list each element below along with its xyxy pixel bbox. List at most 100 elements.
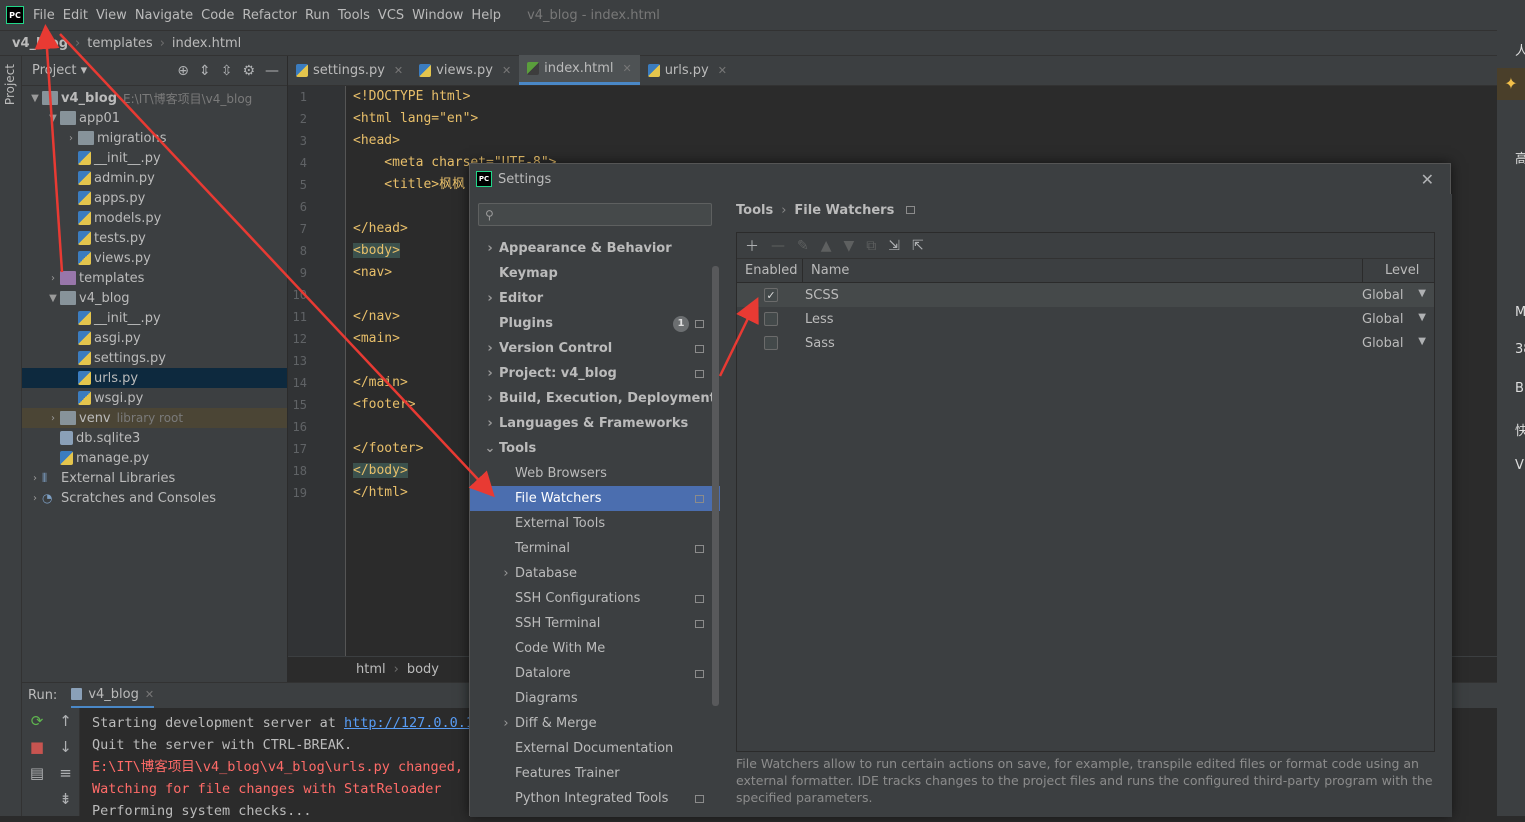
- layout-icon[interactable]: ▤: [22, 760, 52, 786]
- tree-item[interactable]: ▼ app01: [22, 108, 287, 128]
- tree-item[interactable]: ▼ v4_blog E:\IT\博客项目\v4_blog: [22, 88, 287, 108]
- locate-icon[interactable]: ⊕: [177, 63, 189, 79]
- menu-tools[interactable]: Tools: [338, 8, 378, 23]
- menu-refactor[interactable]: Refactor: [242, 8, 305, 23]
- chevron-down-icon[interactable]: ▼: [1418, 288, 1426, 303]
- import-icon[interactable]: ⇲: [888, 238, 900, 254]
- expand-arrow-icon[interactable]: ⌄: [482, 441, 498, 456]
- gear-icon[interactable]: ⚙: [242, 63, 255, 79]
- expand-arrow-icon[interactable]: ›: [482, 416, 498, 431]
- editor-tab[interactable]: index.html ✕: [519, 55, 640, 85]
- expand-arrow-icon[interactable]: ›: [46, 273, 60, 284]
- menu-run[interactable]: Run: [305, 8, 338, 23]
- settings-nav-item[interactable]: External Documentation: [470, 736, 720, 761]
- close-icon[interactable]: ✕: [394, 64, 403, 77]
- tree-item[interactable]: manage.py: [22, 448, 287, 468]
- code-line[interactable]: <head>: [347, 130, 1497, 152]
- enabled-checkbox[interactable]: [764, 312, 778, 326]
- expand-arrow-icon[interactable]: ›: [482, 366, 498, 381]
- settings-nav-item[interactable]: Web Browsers: [470, 461, 720, 486]
- expand-arrow-icon[interactable]: ›: [498, 716, 514, 731]
- menu-help[interactable]: Help: [471, 8, 509, 23]
- tree-item[interactable]: tests.py: [22, 228, 287, 248]
- expand-arrow-icon[interactable]: ›: [482, 341, 498, 356]
- enabled-checkbox[interactable]: [764, 336, 778, 350]
- watcher-level[interactable]: Global ▼: [1362, 288, 1434, 303]
- expand-arrow-icon[interactable]: ▼: [28, 93, 42, 104]
- tree-item[interactable]: models.py: [22, 208, 287, 228]
- tree-item[interactable]: › venv library root: [22, 408, 287, 428]
- crumb-body[interactable]: body: [407, 662, 439, 677]
- settings-nav-item[interactable]: Datalore: [470, 661, 720, 686]
- menu-file[interactable]: File: [33, 8, 63, 23]
- expand-arrow-icon[interactable]: ›: [482, 241, 498, 256]
- scroll-to-end-icon[interactable]: ⇟: [52, 786, 79, 812]
- tree-item[interactable]: settings.py: [22, 348, 287, 368]
- tree-item[interactable]: urls.py: [22, 368, 287, 388]
- menu-vcs[interactable]: VCS: [378, 8, 412, 23]
- settings-nav-item[interactable]: SSH Configurations: [470, 586, 720, 611]
- settings-nav-item[interactable]: Python Integrated Tools: [470, 786, 720, 811]
- tree-item[interactable]: ▼ v4_blog: [22, 288, 287, 308]
- tree-item[interactable]: › migrations: [22, 128, 287, 148]
- tree-item[interactable]: views.py: [22, 248, 287, 268]
- settings-nav-item[interactable]: › Version Control: [470, 336, 720, 361]
- tree-item[interactable]: apps.py: [22, 188, 287, 208]
- expand-arrow-icon[interactable]: ›: [498, 566, 514, 581]
- tree-item[interactable]: asgi.py: [22, 328, 287, 348]
- close-icon[interactable]: ✕: [622, 62, 631, 75]
- code-line[interactable]: <html lang="en">: [347, 108, 1497, 130]
- tree-item[interactable]: › ⫴ External Libraries: [22, 468, 287, 488]
- expand-arrow-icon[interactable]: ›: [482, 291, 498, 306]
- stop-icon[interactable]: ■: [22, 734, 52, 760]
- menu-edit[interactable]: Edit: [63, 8, 96, 23]
- remove-icon[interactable]: —: [771, 238, 785, 254]
- editor-tab[interactable]: settings.py ✕: [288, 55, 411, 85]
- settings-nav-scrollbar[interactable]: [712, 266, 719, 706]
- collapse-all-icon[interactable]: ⇳: [221, 63, 233, 79]
- tree-item[interactable]: wsgi.py: [22, 388, 287, 408]
- expand-all-icon[interactable]: ⇕: [199, 63, 211, 79]
- console-link[interactable]: http://127.0.0.1: [344, 715, 474, 731]
- watcher-level[interactable]: Global ▼: [1362, 336, 1434, 351]
- settings-nav-item[interactable]: ⌄ Tools: [470, 436, 720, 461]
- menu-code[interactable]: Code: [201, 8, 242, 23]
- settings-nav-item[interactable]: Code With Me: [470, 636, 720, 661]
- hide-icon[interactable]: —: [265, 63, 279, 79]
- settings-nav-item[interactable]: External Tools: [470, 511, 720, 536]
- settings-nav-item[interactable]: Keymap: [470, 261, 720, 286]
- crumb-html[interactable]: html: [356, 662, 386, 677]
- breadcrumb-item[interactable]: v4_blog: [12, 36, 68, 51]
- add-icon[interactable]: ＋: [745, 236, 759, 256]
- tree-item[interactable]: › ◔ Scratches and Consoles: [22, 488, 287, 508]
- expand-arrow-icon[interactable]: ›: [64, 133, 78, 144]
- settings-nav-item[interactable]: › Appearance & Behavior: [470, 236, 720, 261]
- menu-view[interactable]: View: [96, 8, 135, 23]
- chevron-down-icon[interactable]: ▼: [1418, 336, 1426, 351]
- chevron-down-icon[interactable]: ▼: [1418, 312, 1426, 327]
- expand-arrow-icon[interactable]: ›: [482, 391, 498, 406]
- project-tool-tab[interactable]: Project: [3, 64, 17, 105]
- menu-navigate[interactable]: Navigate: [135, 8, 201, 23]
- move-down-icon[interactable]: ▼: [844, 238, 855, 254]
- settings-nav-item[interactable]: SSH Terminal: [470, 611, 720, 636]
- tree-item[interactable]: __init__.py: [22, 308, 287, 328]
- editor-tab[interactable]: urls.py ✕: [640, 55, 735, 85]
- expand-arrow-icon[interactable]: ▼: [46, 113, 60, 124]
- rerun-icon[interactable]: ⟳: [22, 708, 52, 734]
- header-name[interactable]: Name: [803, 258, 1363, 283]
- move-up-icon[interactable]: ▲: [821, 238, 832, 254]
- tree-item[interactable]: __init__.py: [22, 148, 287, 168]
- settings-nav-item[interactable]: › Editor: [470, 286, 720, 311]
- file-watcher-row[interactable]: Sass Global ▼: [737, 331, 1434, 355]
- settings-nav-item[interactable]: › Build, Execution, Deployment: [470, 386, 720, 411]
- expand-arrow-icon[interactable]: ▼: [46, 293, 60, 304]
- header-level[interactable]: Level: [1363, 263, 1419, 278]
- editor-tab[interactable]: views.py ✕: [411, 55, 519, 85]
- settings-nav-item[interactable]: › Database: [470, 561, 720, 586]
- close-icon[interactable]: ✕: [502, 64, 511, 77]
- export-icon[interactable]: ⇱: [912, 238, 924, 254]
- close-icon[interactable]: ✕: [145, 688, 154, 701]
- close-icon[interactable]: ✕: [1421, 170, 1434, 189]
- enabled-checkbox[interactable]: ✓: [764, 288, 778, 302]
